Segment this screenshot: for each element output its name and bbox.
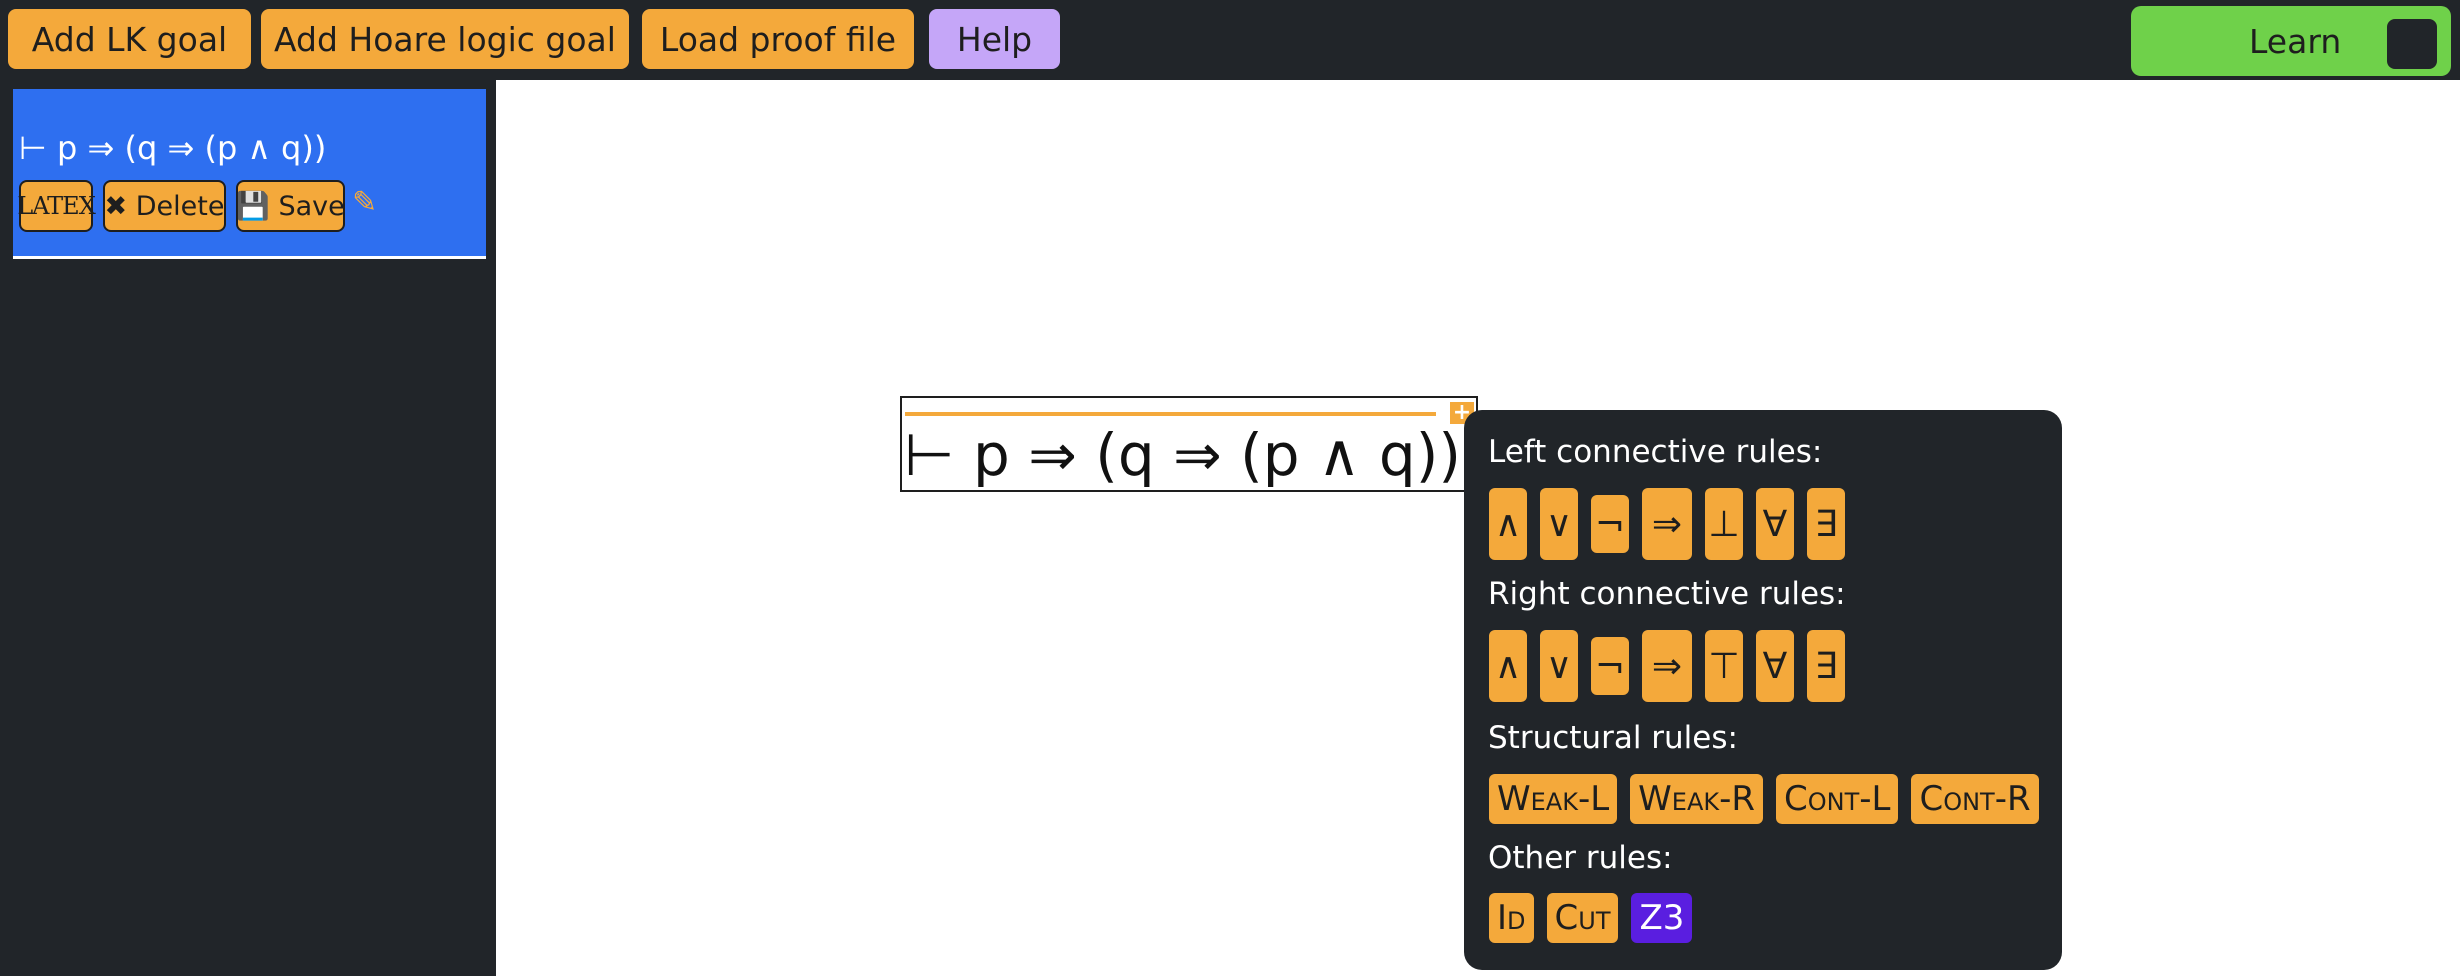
learn-label: Learn [2249, 21, 2342, 61]
other-rules-title: Other rules: [1488, 840, 1673, 876]
rule-cont-right[interactable]: Cont-R [1911, 774, 2039, 824]
goal-formula: ⊢ p ⇒ (q ⇒ (p ∧ q)) [19, 129, 327, 167]
delete-button[interactable]: ✖ Delete [103, 180, 226, 232]
right-rules-row: ∧ ∨ ¬ ⇒ ⊤ ∀ ∃ [1489, 630, 1845, 702]
add-lk-goal-button[interactable]: Add LK goal [8, 9, 251, 69]
rule-left-forall[interactable]: ∀ [1756, 488, 1794, 560]
left-rules-row: ∧ ∨ ¬ ⇒ ⊥ ∀ ∃ [1489, 488, 1845, 560]
load-proof-file-button[interactable]: Load proof file [642, 9, 914, 69]
pencil-icon[interactable]: ✎ [352, 185, 377, 220]
rule-cont-left[interactable]: Cont-L [1776, 774, 1899, 824]
learn-toggle-button[interactable]: Learn [2131, 6, 2451, 76]
latex-button[interactable]: LATEX [17, 180, 96, 232]
help-button[interactable]: Help [929, 9, 1060, 69]
rule-left-bottom[interactable]: ⊥ [1705, 488, 1743, 560]
rule-left-or[interactable]: ∨ [1540, 488, 1578, 560]
latex-label: LATEX [17, 192, 96, 220]
inference-line [905, 412, 1436, 416]
learn-switch-knob[interactable] [2387, 19, 2437, 69]
sequent-formula: ⊢ p ⇒ (q ⇒ (p ∧ q)) [904, 421, 1462, 489]
rule-left-not[interactable]: ¬ [1591, 495, 1629, 553]
rule-weak-right[interactable]: Weak-R [1630, 774, 1763, 824]
rule-right-and[interactable]: ∧ [1489, 630, 1527, 702]
rule-right-forall[interactable]: ∀ [1756, 630, 1794, 702]
rule-weak-left[interactable]: Weak-L [1489, 774, 1618, 824]
sequent-node[interactable]: ⊢ p ⇒ (q ⇒ (p ∧ q)) + [900, 396, 1478, 492]
rule-right-not[interactable]: ¬ [1591, 637, 1629, 695]
rule-left-and[interactable]: ∧ [1489, 488, 1527, 560]
left-rules-title: Left connective rules: [1488, 434, 1823, 470]
rules-panel: Left connective rules: ∧ ∨ ¬ ⇒ ⊥ ∀ ∃ Rig… [1464, 410, 2062, 970]
rule-right-top[interactable]: ⊤ [1705, 630, 1743, 702]
structural-rules-row: Weak-L Weak-R Cont-L Cont-R [1489, 774, 2039, 824]
goal-sidebar: ⊢ p ⇒ (q ⇒ (p ∧ q)) LATEX ✖ Delete 💾 Sav… [0, 80, 494, 976]
rule-z3[interactable]: Z3 [1631, 893, 1693, 943]
rule-right-exists[interactable]: ∃ [1807, 630, 1845, 702]
rule-right-or[interactable]: ∨ [1540, 630, 1578, 702]
rule-left-exists[interactable]: ∃ [1807, 488, 1845, 560]
rule-left-implies[interactable]: ⇒ [1642, 488, 1692, 560]
right-rules-title: Right connective rules: [1488, 576, 1846, 612]
rule-right-implies[interactable]: ⇒ [1642, 630, 1692, 702]
structural-rules-title: Structural rules: [1488, 720, 1738, 756]
rule-id[interactable]: Id [1489, 893, 1534, 943]
add-hoare-goal-button[interactable]: Add Hoare logic goal [261, 9, 629, 69]
other-rules-row: Id Cut Z3 [1489, 893, 1693, 943]
save-button[interactable]: 💾 Save [236, 180, 345, 232]
rule-cut[interactable]: Cut [1546, 893, 1619, 943]
goal-card[interactable]: ⊢ p ⇒ (q ⇒ (p ∧ q)) LATEX ✖ Delete 💾 Sav… [13, 89, 486, 259]
